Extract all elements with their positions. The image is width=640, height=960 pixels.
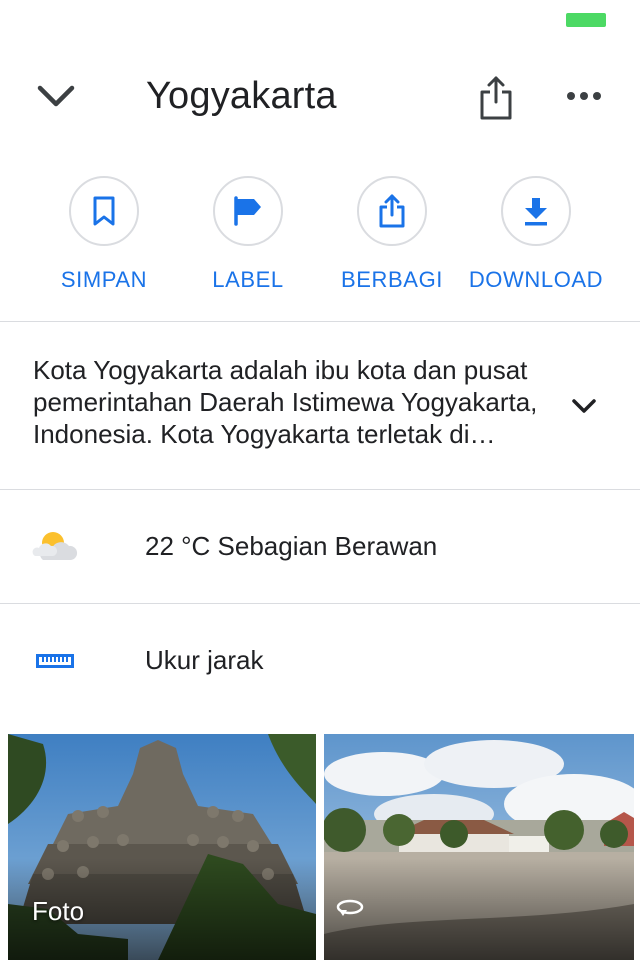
- save-button[interactable]: SIMPAN: [29, 176, 179, 306]
- chevron-down-icon: [572, 399, 596, 413]
- bookmark-icon: [93, 196, 115, 226]
- weather-text: 22 °C Sebagian Berawan: [145, 531, 438, 561]
- partly-cloudy-icon: [32, 531, 78, 560]
- share-label: BERBAGI: [340, 267, 443, 292]
- action-bar: SIMPAN LABEL BERBAGI DOWNLOAD: [0, 176, 640, 306]
- download-circle: [501, 176, 571, 246]
- photo-caption: Foto: [32, 896, 85, 926]
- download-icon: [525, 198, 547, 226]
- photo-strip: Foto: [8, 734, 634, 960]
- photo-borobudur[interactable]: Foto: [8, 734, 316, 960]
- flag-icon: [234, 196, 261, 226]
- ruler-icon-wrap: [30, 604, 80, 717]
- ruler-icon: [36, 653, 74, 668]
- place-description[interactable]: Kota Yogyakarta adalah ibu kota dan pusa…: [0, 322, 640, 489]
- weather-row[interactable]: 22 °C Sebagian Berawan: [0, 490, 640, 603]
- expand-description-button[interactable]: [566, 388, 602, 424]
- description-text: Kota Yogyakarta adalah ibu kota dan pusa…: [33, 355, 538, 449]
- share-circle: [357, 176, 427, 246]
- label-circle: [213, 176, 283, 246]
- share-icon: [379, 194, 405, 228]
- status-bar: [0, 0, 640, 40]
- label-label: LABEL: [212, 267, 284, 292]
- share-button[interactable]: [474, 72, 518, 124]
- courtyard-photo: [324, 734, 634, 960]
- more-options-button[interactable]: [560, 78, 608, 114]
- label-button[interactable]: LABEL: [173, 176, 323, 306]
- chevron-down-icon: [37, 85, 75, 107]
- download-button[interactable]: DOWNLOAD: [461, 176, 611, 306]
- photo-street-view[interactable]: [324, 734, 634, 960]
- rotate-360-icon: [336, 899, 364, 916]
- page-title: Yogyakarta: [146, 75, 337, 117]
- street-view-badge: [334, 894, 366, 922]
- share-action-button[interactable]: BERBAGI: [317, 176, 467, 306]
- weather-icon-wrap: [30, 490, 80, 603]
- measure-distance-row[interactable]: Ukur jarak: [0, 604, 640, 717]
- collapse-button[interactable]: [34, 78, 78, 114]
- more-horizontal-icon: [567, 92, 601, 100]
- download-label: DOWNLOAD: [468, 267, 604, 292]
- save-circle: [69, 176, 139, 246]
- share-icon: [480, 76, 512, 120]
- place-header: Yogyakarta: [0, 56, 640, 136]
- save-label: SIMPAN: [60, 267, 148, 292]
- measure-distance-text: Ukur jarak: [145, 645, 264, 675]
- battery-indicator: [566, 13, 606, 27]
